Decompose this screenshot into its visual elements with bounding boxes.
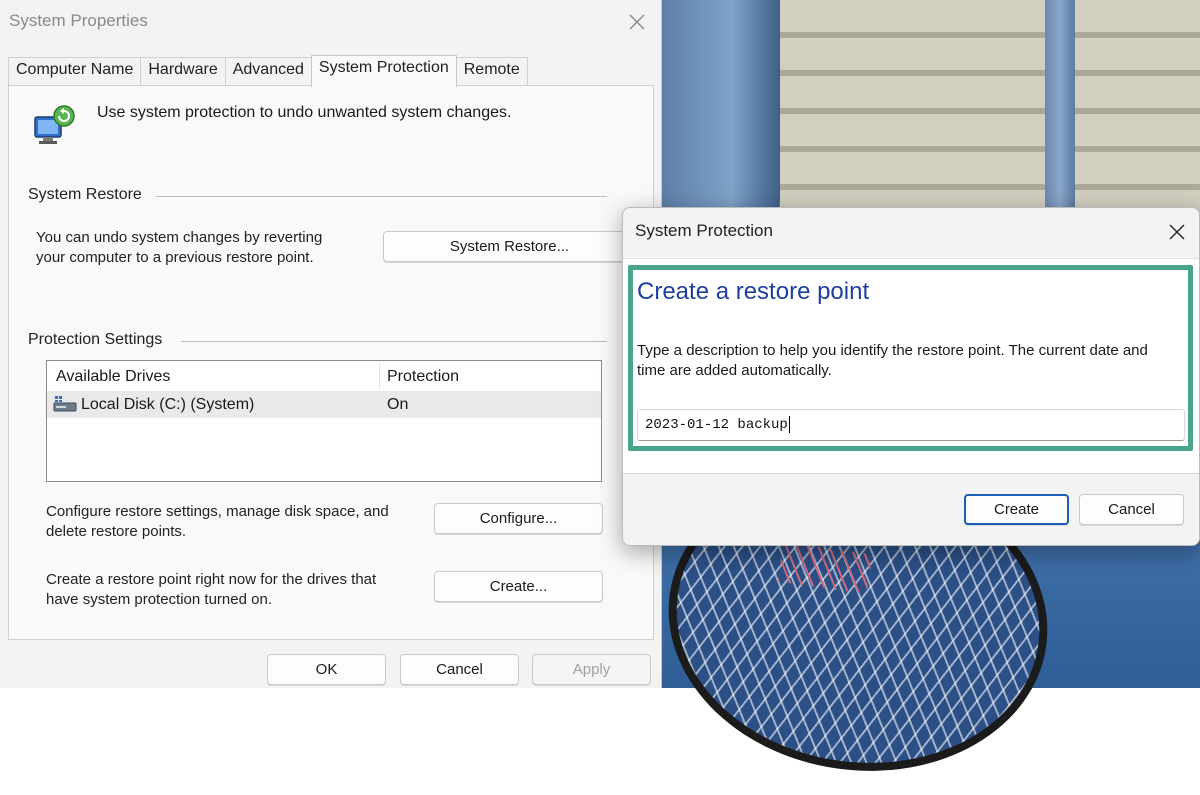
- system-protection-dialog: System Protection Create a restore point…: [622, 207, 1200, 546]
- window-title: System Properties: [9, 11, 148, 30]
- group-divider: [181, 341, 607, 342]
- description-line: Create a restore point right now for the…: [46, 571, 377, 588]
- ok-button[interactable]: OK: [267, 654, 386, 685]
- configure-description: Configure restore settings, manage disk …: [46, 502, 389, 542]
- table-row[interactable]: Local Disk (C:) (System) On: [47, 391, 601, 418]
- system-restore-description: You can undo system changes by reverting…: [36, 228, 322, 268]
- restore-point-description-input[interactable]: 2023-01-12 backup: [637, 409, 1185, 441]
- dialog-content: Create a restore point Type a descriptio…: [623, 258, 1199, 474]
- close-icon[interactable]: [621, 6, 653, 38]
- tab-remote[interactable]: Remote: [455, 57, 528, 86]
- tab-advanced[interactable]: Advanced: [224, 57, 312, 86]
- column-header-protection[interactable]: Protection: [387, 368, 459, 386]
- dialog-heading: Create a restore point: [637, 278, 870, 305]
- create-restore-point-button[interactable]: Create...: [434, 571, 603, 602]
- drives-list-header: Available Drives Protection: [47, 361, 601, 391]
- description-line: Type a description to help you identify …: [637, 342, 1148, 359]
- input-value: 2023-01-12 backup: [645, 417, 788, 433]
- group-divider: [156, 196, 607, 197]
- dialog-footer: Create Cancel: [623, 475, 1199, 545]
- dialog-description: Type a description to help you identify …: [637, 341, 1187, 381]
- create-description: Create a restore point right now for the…: [46, 570, 376, 610]
- cancel-button[interactable]: Cancel: [400, 654, 519, 685]
- description-line: delete restore points.: [46, 523, 187, 540]
- tab-system-protection[interactable]: System Protection: [310, 55, 457, 87]
- tab-computer-name[interactable]: Computer Name: [8, 57, 142, 86]
- description-line: your computer to a previous restore poin…: [36, 249, 314, 266]
- protection-settings-group-title: Protection Settings: [28, 331, 163, 348]
- dialog-title: System Protection: [635, 221, 773, 240]
- column-header-available-drives[interactable]: Available Drives: [56, 368, 170, 386]
- system-restore-button[interactable]: System Restore...: [383, 231, 636, 262]
- wallpaper-pole: [1045, 0, 1075, 220]
- close-icon[interactable]: [1161, 216, 1193, 248]
- cancel-button[interactable]: Cancel: [1079, 494, 1184, 525]
- system-properties-window: System Properties Computer Name Hardware…: [0, 0, 662, 688]
- apply-button[interactable]: Apply: [532, 654, 651, 685]
- description-line: have system protection turned on.: [46, 591, 272, 608]
- system-protection-icon: [31, 103, 77, 149]
- create-button[interactable]: Create: [964, 494, 1069, 525]
- description-line: time are added automatically.: [637, 362, 832, 379]
- system-protection-panel: Use system protection to undo unwanted s…: [8, 85, 654, 640]
- drive-name: Local Disk (C:) (System): [81, 396, 255, 413]
- system-properties-titlebar[interactable]: System Properties: [0, 0, 662, 44]
- description-line: You can undo system changes by reverting: [36, 229, 323, 246]
- drives-list[interactable]: Available Drives Protection Local Disk (…: [46, 360, 602, 482]
- configure-button[interactable]: Configure...: [434, 503, 603, 534]
- drive-protection-status: On: [387, 396, 409, 413]
- drive-icon: [53, 395, 77, 413]
- tab-strip: Computer Name Hardware Advanced System P…: [8, 55, 528, 87]
- system-restore-group-title: System Restore: [28, 186, 142, 203]
- intro-text: Use system protection to undo unwanted s…: [97, 104, 512, 121]
- column-separator[interactable]: [379, 363, 380, 389]
- description-line: Configure restore settings, manage disk …: [46, 503, 389, 520]
- text-caret: [788, 415, 790, 433]
- tab-hardware[interactable]: Hardware: [140, 57, 226, 86]
